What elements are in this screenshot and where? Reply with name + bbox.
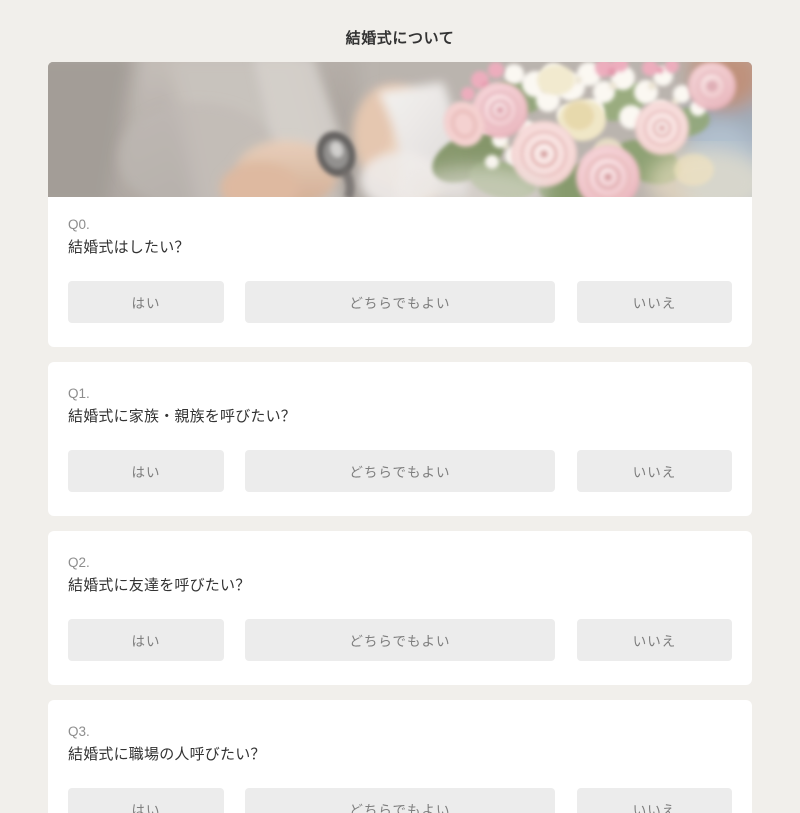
hero-image bbox=[48, 62, 752, 197]
answer-neutral-button[interactable]: どちらでもよい bbox=[244, 788, 555, 813]
answer-neutral-button[interactable]: どちらでもよい bbox=[244, 619, 555, 662]
answer-yes-button[interactable]: はい bbox=[68, 788, 224, 813]
question-text: 結婚式はしたい？ bbox=[68, 238, 190, 256]
answer-yes-button[interactable]: はい bbox=[68, 619, 224, 662]
question-card: Q1. 結婚式に家族・親族を呼びたい？ はい どちらでもよい いいえ bbox=[48, 362, 752, 517]
answer-options: はい どちらでもよい いいえ bbox=[68, 281, 732, 324]
survey-content: Q0. 結婚式はしたい？ はい どちらでもよい いいえ Q1. 結婚式に家族・親… bbox=[48, 62, 752, 813]
question-text: 結婚式に職場の人呼びたい？ bbox=[68, 745, 266, 763]
answer-no-button[interactable]: いいえ bbox=[576, 788, 732, 813]
question-text: 結婚式に友達を呼びたい？ bbox=[68, 576, 251, 594]
answer-no-button[interactable]: いいえ bbox=[576, 619, 732, 662]
question-number: Q1. bbox=[68, 386, 90, 402]
survey-page: 結婚式について Q0. 結婚式はしたい？ はい どちらでもよい いいえ Q1. … bbox=[0, 0, 800, 813]
question-number: Q2. bbox=[68, 555, 90, 571]
page-title: 結婚式について bbox=[345, 30, 455, 47]
answer-yes-button[interactable]: はい bbox=[68, 450, 224, 493]
answer-neutral-button[interactable]: どちらでもよい bbox=[244, 450, 555, 493]
question-text: 結婚式に家族・親族を呼びたい？ bbox=[68, 407, 297, 425]
wedding-photo-illustration bbox=[48, 62, 752, 197]
answer-options: はい どちらでもよい いいえ bbox=[68, 619, 732, 662]
answer-options: はい どちらでもよい いいえ bbox=[68, 450, 732, 493]
question-number: Q0. bbox=[68, 217, 90, 232]
question-card: Q2. 結婚式に友達を呼びたい？ はい どちらでもよい いいえ bbox=[48, 531, 752, 686]
answer-no-button[interactable]: いいえ bbox=[576, 281, 732, 324]
answer-options: はい どちらでもよい いいえ bbox=[68, 788, 732, 813]
question-number: Q3. bbox=[68, 724, 90, 740]
answer-no-button[interactable]: いいえ bbox=[576, 450, 732, 493]
answer-neutral-button[interactable]: どちらでもよい bbox=[244, 281, 555, 324]
question-card: Q3. 結婚式に職場の人呼びたい？ はい どちらでもよい いいえ bbox=[48, 700, 752, 813]
question-card: Q0. 結婚式はしたい？ はい どちらでもよい いいえ bbox=[48, 197, 752, 348]
answer-yes-button[interactable]: はい bbox=[68, 281, 224, 324]
